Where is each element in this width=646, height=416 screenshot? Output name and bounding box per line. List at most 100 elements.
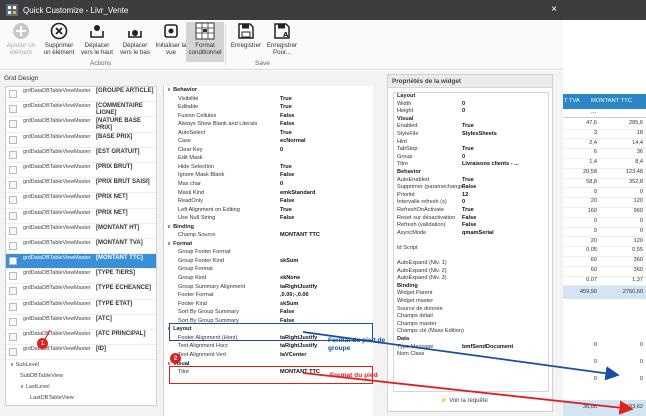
filter-row[interactable]: ... — [563, 109, 646, 118]
tree-node[interactable]: LastDBTableView — [6, 393, 156, 404]
columns-list[interactable]: grdDataDBTableViewMasterGROUPEARTICLE [GR… — [5, 86, 157, 406]
widget-property-value[interactable]: False — [462, 215, 476, 223]
widget-property-row[interactable]: Champs master — [394, 321, 548, 329]
property-value[interactable]: False — [280, 171, 294, 180]
property-row[interactable]: Group Kind skNone — [164, 274, 373, 283]
widget-property-value[interactable]: True — [462, 146, 474, 154]
tree-node[interactable]: SubDBTableView — [6, 371, 156, 382]
widget-property-row[interactable]: Refresh (validation) False — [394, 222, 548, 230]
property-value[interactable]: True — [280, 95, 292, 104]
move-down-button[interactable]: Déplacer vers le bas — [118, 22, 152, 62]
property-row[interactable]: Group Summary Alignment taRightJustify — [164, 283, 373, 292]
property-row[interactable]: Group Format — [164, 265, 373, 274]
widget-property-category[interactable]: Binding — [394, 283, 548, 291]
column-checkbox[interactable] — [9, 181, 17, 190]
widget-property-row[interactable] — [394, 252, 548, 260]
widget-property-row[interactable]: Width 0 — [394, 101, 548, 109]
column-checkbox[interactable] — [9, 333, 17, 341]
column-row[interactable]: grdDataDBTableViewMasterPRIXNETHT [PRIX N… — [6, 209, 156, 224]
column-row[interactable]: grdDataDBTableViewMasterTYPEETAT [TYPE ET… — [6, 300, 156, 315]
close-button[interactable]: × — [546, 3, 562, 17]
property-row[interactable]: Group Footer Kind skSum — [164, 257, 373, 266]
property-row[interactable]: Left Alignment on Editing True — [164, 206, 373, 215]
widget-property-row[interactable]: Nom Class — [394, 351, 548, 359]
property-value[interactable]: True — [280, 206, 292, 215]
widget-property-category[interactable]: Data — [394, 336, 548, 344]
property-row[interactable]: Footer Format ,0.00;-,0.00 — [164, 291, 373, 300]
column-checkbox[interactable] — [9, 135, 17, 144]
property-row[interactable]: Use Null String False — [164, 214, 373, 223]
property-value[interactable]: skSum — [280, 300, 298, 309]
column-row[interactable]: grdDataDBTableViewMasterMONTANTTVA [MONTA… — [6, 239, 156, 255]
column-checkbox[interactable] — [9, 150, 17, 159]
widget-property-row[interactable]: Intervalle refresh (s) 0 — [394, 199, 548, 207]
property-row[interactable]: Edit Mask — [164, 154, 373, 163]
property-category[interactable]: Visual — [164, 360, 373, 369]
property-value[interactable]: False — [280, 214, 294, 223]
column-row[interactable]: grdDataDBTableViewMasterBASEPRIX [BASE PR… — [6, 133, 156, 148]
property-row[interactable]: Visibilité True — [164, 95, 373, 104]
property-category[interactable]: Layout — [164, 325, 373, 334]
move-up-button[interactable]: Déplacer vers le haut — [80, 22, 114, 62]
widget-property-value[interactable]: True — [462, 207, 474, 215]
column-row[interactable]: grdDataDBTableViewMasterNATUREBASEPRIX [N… — [6, 117, 156, 133]
property-value[interactable]: False — [280, 308, 294, 317]
property-row[interactable]: Ignore Mask Blank False — [164, 171, 373, 180]
widget-property-value[interactable]: 0 — [462, 199, 465, 207]
column-checkbox[interactable] — [9, 317, 17, 326]
column-checkbox[interactable] — [9, 257, 17, 266]
property-row[interactable]: Fusion Cellules False — [164, 112, 373, 121]
column-row[interactable]: grdDataDBTableViewMasterMONTANTHT [MONTAN… — [6, 224, 156, 239]
column-row[interactable]: grdDataDBTableViewMasterPRIXBRUT [PRIX BR… — [6, 163, 156, 179]
property-category[interactable]: Behavior — [164, 86, 373, 95]
widget-property-row[interactable]: Enabled True — [394, 123, 548, 131]
column-checkbox[interactable] — [9, 272, 17, 281]
property-row[interactable]: Clear Key 0 — [164, 146, 373, 155]
property-row[interactable]: Sort By Group Summary False — [164, 317, 373, 326]
property-value[interactable]: taRightJustify — [280, 334, 317, 343]
conditional-format-button[interactable]: Format conditionnel — [186, 22, 224, 62]
property-value[interactable]: ,0.00;-,0.00 — [280, 291, 309, 300]
property-value[interactable]: True — [280, 129, 292, 138]
column-checkbox[interactable] — [9, 105, 17, 114]
property-row[interactable]: Editable True — [164, 103, 373, 112]
property-value[interactable]: False — [280, 317, 294, 326]
delete-item-button[interactable]: Supprimer un élément — [42, 22, 76, 62]
widget-property-row[interactable]: Priorité 12 — [394, 192, 548, 200]
widget-property-value[interactable]: False — [462, 184, 476, 192]
property-row[interactable]: Champ Source MONTANT TTC — [164, 231, 373, 240]
save-for-button[interactable]: A Enregistrer Pour... — [264, 22, 300, 62]
widget-property-value[interactable]: True — [462, 123, 474, 131]
column-row[interactable]: grdDataDBTableViewMasterATC [ATC] — [6, 315, 156, 330]
property-row[interactable]: Max char 0 — [164, 180, 373, 189]
property-value[interactable]: MONTANT TTC — [280, 368, 320, 377]
widget-property-value[interactable]: bmfSendDocument — [462, 344, 513, 352]
column-checkbox[interactable] — [9, 90, 17, 98]
property-value[interactable]: False — [280, 197, 294, 206]
widget-property-value[interactable]: 0 — [462, 154, 465, 162]
widget-property-row[interactable]: Id Script — [394, 245, 548, 253]
widget-property-row[interactable]: Type Message bmfSendDocument — [394, 344, 548, 352]
property-category[interactable]: Format — [164, 240, 373, 249]
widget-property-row[interactable]: Supprimer (paramechange) False — [394, 184, 548, 192]
tree-node[interactable]: ∨ LastLevel — [6, 382, 156, 393]
property-row[interactable]: Group Footer Format — [164, 248, 373, 257]
widget-property-category[interactable]: Layout — [394, 93, 548, 101]
widget-property-row[interactable]: Group 0 — [394, 154, 548, 162]
property-row[interactable]: Mask Kind emkStandard — [164, 189, 373, 198]
column-row[interactable]: grdDataDBTableViewMasterCOMMENTAIRELIGNE… — [6, 102, 156, 118]
widget-property-row[interactable]: AutoExpand (Niv. 1) — [394, 260, 548, 268]
widget-property-category[interactable]: Visual — [394, 116, 548, 124]
widget-property-row[interactable]: StyleFile StylesSheets — [394, 131, 548, 139]
widget-property-row[interactable]: RefreshOnActivate True — [394, 207, 548, 215]
column-checkbox[interactable] — [9, 226, 17, 235]
property-value[interactable]: False — [280, 112, 294, 121]
property-row[interactable]: Text Alignment Vert taVCenter — [164, 351, 373, 360]
property-value[interactable]: True — [280, 103, 292, 112]
property-row[interactable]: Hide Selection True — [164, 163, 373, 172]
column-checkbox[interactable] — [9, 287, 17, 296]
widget-property-value[interactable]: False — [462, 222, 476, 230]
column-checkbox[interactable] — [9, 120, 17, 129]
widget-property-row[interactable]: Reset sur désactivation False — [394, 215, 548, 223]
column-checkbox[interactable] — [9, 348, 17, 357]
